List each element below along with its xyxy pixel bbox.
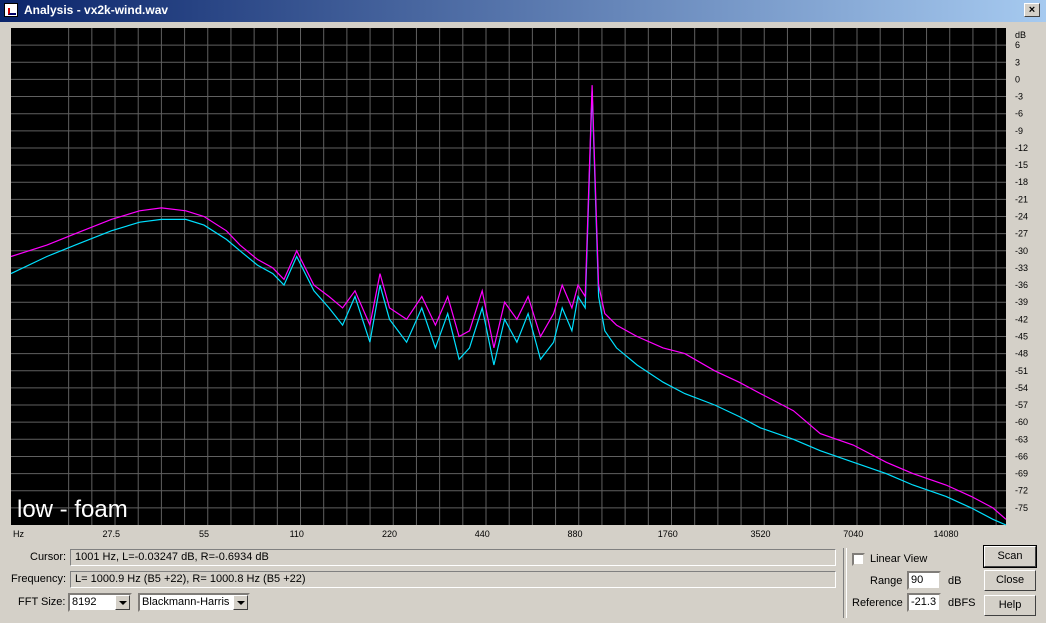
y-tick-label: -51 <box>1015 366 1028 376</box>
reference-label: Reference <box>852 597 903 609</box>
y-tick-label: -42 <box>1015 314 1028 324</box>
y-tick-label: -39 <box>1015 297 1028 307</box>
y-tick-label: 6 <box>1015 40 1020 50</box>
window-function-select[interactable]: Blackmann-Harris <box>138 593 250 612</box>
app-icon[interactable] <box>4 3 18 17</box>
x-unit-label: Hz <box>13 529 24 539</box>
x-tick-label: 27.5 <box>102 529 120 539</box>
frequency-label: Frequency: <box>11 573 67 585</box>
reference-unit: dBFS <box>948 597 976 609</box>
y-tick-label: -36 <box>1015 280 1028 290</box>
x-tick-label: 220 <box>382 529 397 539</box>
y-tick-label: -18 <box>1015 177 1028 187</box>
fft-size-label: FFT Size: <box>18 596 66 608</box>
chevron-down-icon[interactable] <box>233 595 248 610</box>
x-tick-label: 1760 <box>658 529 678 539</box>
cursor-readout: 1001 Hz, L=-0.03247 dB, R=-0.6934 dB <box>70 549 836 566</box>
frequency-readout: L= 1000.9 Hz (B5 +22), R= 1000.8 Hz (B5 … <box>70 571 836 588</box>
linear-view-checkbox[interactable] <box>852 553 865 566</box>
chevron-down-icon[interactable] <box>115 595 130 610</box>
x-tick-label: 55 <box>199 529 209 539</box>
reference-input[interactable]: -21.3 <box>907 593 941 612</box>
x-tick-label: 3520 <box>750 529 770 539</box>
y-tick-label: -30 <box>1015 246 1028 256</box>
y-tick-label: -69 <box>1015 469 1028 479</box>
spectrum-plot[interactable]: 6 3 0 -3 -6 -9 -12 -15 -18 -21 -24 -27 -30 -33 -36 -39 -… <box>8 28 1040 546</box>
controls-panel: Cursor: 1001 Hz, L=-0.03247 dB, R=-0.693… <box>0 545 1046 623</box>
fft-size-select[interactable]: 8192 <box>68 593 132 612</box>
x-tick-label: 14080 <box>933 529 958 539</box>
y-tick-label: 3 <box>1015 57 1020 67</box>
y-tick-label: -54 <box>1015 383 1028 393</box>
x-tick-label: 880 <box>567 529 582 539</box>
linear-view-label[interactable]: Linear View <box>870 553 927 565</box>
y-tick-label: -27 <box>1015 229 1028 239</box>
close-window-button[interactable]: × <box>1024 3 1040 17</box>
scan-button[interactable]: Scan <box>983 545 1037 568</box>
y-tick-label: -45 <box>1015 331 1028 341</box>
window-function-value: Blackmann-Harris <box>142 596 230 608</box>
x-tick-label: 440 <box>475 529 490 539</box>
y-tick-label: -63 <box>1015 434 1028 444</box>
y-tick-label: -60 <box>1015 417 1028 427</box>
x-tick-label: 110 <box>290 529 304 539</box>
y-tick-label: -48 <box>1015 349 1028 359</box>
cursor-label: Cursor: <box>30 551 67 563</box>
y-tick-label: -21 <box>1015 194 1028 204</box>
range-label: Range <box>870 575 903 587</box>
y-tick-label: -72 <box>1015 486 1028 496</box>
window-title: Analysis - vx2k-wind.wav <box>24 3 169 17</box>
y-tick-label: -24 <box>1015 212 1028 222</box>
y-tick-label: -33 <box>1015 263 1028 273</box>
y-tick-label: -75 <box>1015 503 1028 513</box>
close-button[interactable]: Close <box>984 570 1036 591</box>
x-tick-label: 7040 <box>843 529 863 539</box>
fft-size-value: 8192 <box>72 596 97 608</box>
title-bar: Analysis - vx2k-wind.wav × <box>0 0 1046 22</box>
y-tick-label: -57 <box>1015 400 1028 410</box>
range-input[interactable]: 90 <box>907 571 941 590</box>
y-tick-label: -66 <box>1015 451 1028 461</box>
y-tick-label: -9 <box>1015 126 1023 136</box>
help-button[interactable]: Help <box>984 595 1036 616</box>
y-tick-label: -3 <box>1015 92 1023 102</box>
y-tick-label: 0 <box>1015 74 1020 84</box>
y-tick-label: -15 <box>1015 160 1028 170</box>
y-tick-label: -6 <box>1015 109 1023 119</box>
divider <box>843 548 847 618</box>
overlay-label: low - foam <box>17 496 128 523</box>
range-unit: dB <box>948 575 962 587</box>
y-unit-label: dB <box>1015 30 1026 40</box>
y-tick-label: -12 <box>1015 143 1028 153</box>
